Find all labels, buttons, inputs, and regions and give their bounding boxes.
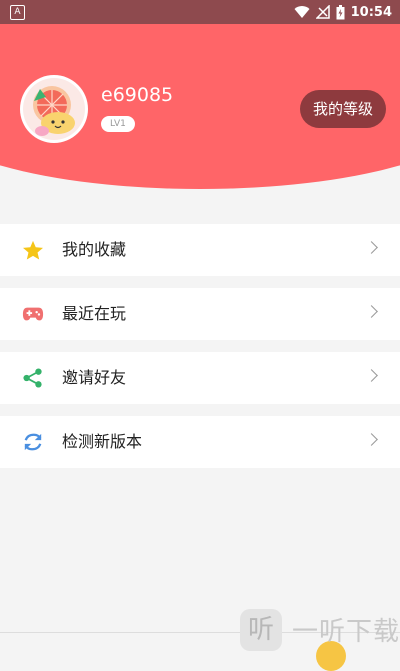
chevron-right-icon: [365, 241, 378, 254]
watermark-logo: 听: [240, 609, 282, 651]
grapefruit-avatar-icon: [23, 78, 85, 140]
refresh-icon: [24, 433, 42, 451]
avatar[interactable]: [20, 75, 88, 143]
status-icons: 10:54: [294, 0, 392, 24]
watermark-text: 一听下载: [292, 617, 400, 647]
chevron-right-icon: [365, 433, 378, 446]
menu-label: 我的收藏: [62, 240, 127, 259]
signal-icon: [315, 5, 330, 19]
menu-label: 检测新版本: [62, 432, 143, 451]
level-badge: LV1: [101, 116, 135, 132]
wifi-icon: [294, 6, 310, 19]
chevron-right-icon: [365, 369, 378, 382]
status-bar: A 10:54: [0, 0, 400, 24]
menu-item-check-update[interactable]: 检测新版本: [0, 416, 400, 468]
chevron-right-icon: [365, 305, 378, 318]
menu-item-favorites[interactable]: 我的收藏: [0, 224, 400, 276]
status-time: 10:54: [350, 4, 392, 20]
menu-label: 最近在玩: [62, 304, 127, 323]
notification-icon: A: [10, 5, 25, 20]
gamepad-icon: [22, 307, 44, 321]
username: e69085: [101, 84, 174, 106]
menu-item-invite[interactable]: 邀请好友: [0, 352, 400, 404]
menu-item-recent[interactable]: 最近在玩: [0, 288, 400, 340]
share-icon: [23, 368, 42, 388]
star-icon: [23, 240, 43, 260]
battery-icon: [336, 4, 345, 19]
profile-header: e69085 LV1 我的等级: [0, 24, 400, 190]
my-level-button[interactable]: 我的等级: [300, 90, 386, 128]
menu-list: 我的收藏 最近在玩 邀请好友 检测新版本: [0, 224, 400, 480]
menu-label: 邀请好友: [62, 368, 127, 387]
